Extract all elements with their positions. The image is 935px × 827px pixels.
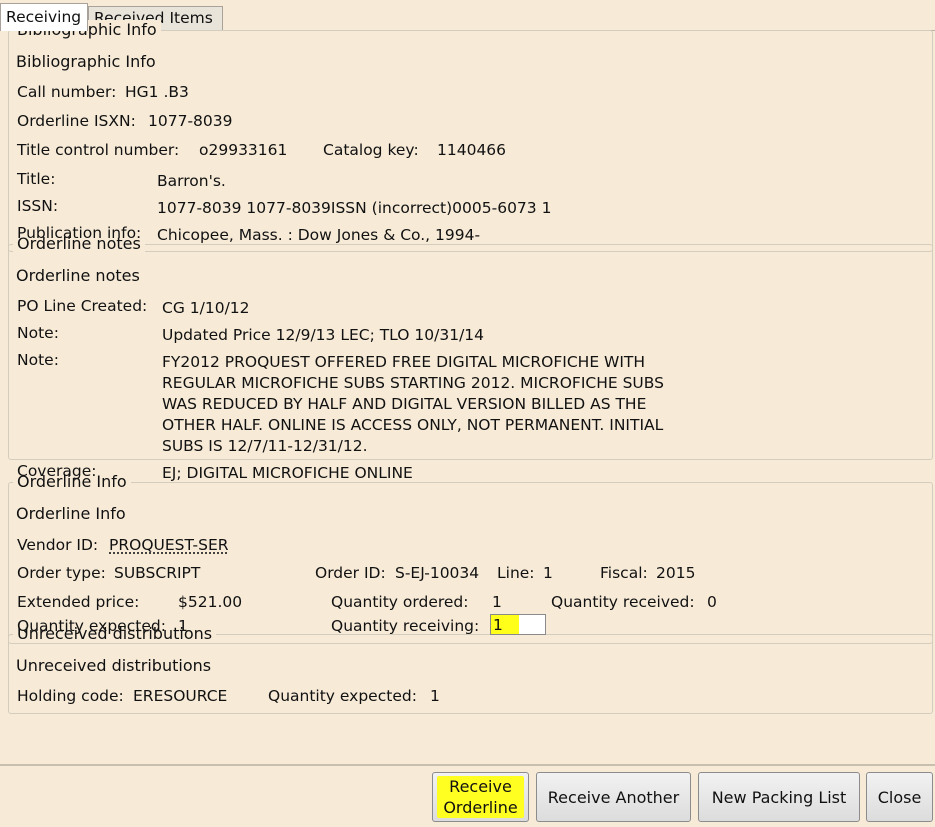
coverage-label: Coverage:: [17, 462, 97, 480]
unreceived-title: Unreceived distributions: [12, 656, 216, 675]
note2-line: OTHER HALF. ONLINE IS ACCESS ONLY, NOT P…: [162, 416, 664, 434]
new-packing-list-button[interactable]: New Packing List: [698, 772, 860, 822]
line-label: Line:: [497, 564, 535, 582]
call-number-value: HG1 .B3: [125, 83, 189, 101]
po-line-created-value: CG 1/10/12: [162, 299, 250, 317]
line-value: 1: [543, 564, 553, 582]
unreceived-quantity-expected-label: Quantity expected:: [268, 687, 417, 705]
catalog-key-value: 1140466: [437, 141, 507, 159]
quantity-receiving-label: Quantity receiving:: [331, 617, 480, 635]
tab-receiving[interactable]: Receiving: [0, 3, 88, 31]
note1-value: Updated Price 12/9/13 LEC; TLO 10/31/14: [162, 326, 485, 344]
note2-line: FY2012 PROQUEST OFFERED FREE DIGITAL MIC…: [162, 353, 646, 371]
receive-orderline-label: Receive Orderline: [437, 776, 524, 818]
quantity-ordered-label: Quantity ordered:: [331, 593, 469, 611]
note2-value: FY2012 PROQUEST OFFERED FREE DIGITAL MIC…: [162, 352, 664, 457]
quantity-received-label: Quantity received:: [551, 593, 695, 611]
title-value: Barron's.: [157, 172, 226, 190]
receive-orderline-line2: Orderline: [443, 798, 518, 817]
quantity-received-value: 0: [707, 593, 717, 611]
coverage-value: EJ; DIGITAL MICROFICHE ONLINE: [162, 464, 413, 482]
orderline-title: Orderline Info: [12, 504, 130, 523]
publication-info-label: Publication info:: [17, 224, 142, 242]
close-button[interactable]: Close: [866, 772, 933, 822]
isxn-label: Orderline ISXN:: [17, 112, 136, 130]
catalog-key-label: Catalog key:: [323, 141, 419, 159]
title-label: Title:: [17, 170, 56, 188]
order-type-label: Order type:: [17, 564, 106, 582]
title-control-number-value: o29933161: [199, 141, 288, 159]
receive-orderline-line1: Receive: [449, 777, 512, 796]
extended-price-value: $521.00: [178, 593, 243, 611]
publication-info-value: Chicopee, Mass. : Dow Jones & Co., 1994-: [157, 226, 481, 244]
unreceived-quantity-expected-value: 1: [430, 687, 440, 705]
note2-line: SUBS IS 12/7/11-12/31/12.: [162, 437, 368, 455]
vendor-id-label: Vendor ID:: [17, 536, 99, 554]
po-line-created-label: PO Line Created:: [17, 297, 148, 315]
quantity-ordered-value: 1: [492, 593, 502, 611]
note1-label: Note:: [17, 324, 59, 342]
holding-code-label: Holding code:: [17, 687, 124, 705]
call-number-label: Call number:: [17, 83, 117, 101]
vendor-id-link[interactable]: PROQUEST-SER: [109, 536, 229, 554]
notes-title: Orderline notes: [12, 266, 144, 285]
note2-line: REGULAR MICROFICHE SUBS STARTING 2012. M…: [162, 374, 664, 392]
note2-line: WAS REDUCED BY HALF AND DIGITAL VERSION …: [162, 395, 647, 413]
title-control-number-label: Title control number:: [17, 141, 180, 159]
note2-label: Note:: [17, 351, 59, 369]
issn-value: 1077-8039 1077-8039ISSN (incorrect)0005-…: [157, 199, 552, 217]
issn-label: ISSN:: [17, 197, 59, 215]
quantity-receiving-value: 1: [493, 616, 503, 634]
isxn-value: 1077-8039: [148, 112, 233, 130]
fiscal-label: Fiscal:: [600, 564, 648, 582]
receive-orderline-button[interactable]: Receive Orderline: [432, 772, 529, 822]
order-type-value: SUBSCRIPT: [114, 564, 201, 582]
receive-another-button[interactable]: Receive Another: [536, 772, 691, 822]
quantity-expected-label: Quantity expected:: [17, 617, 166, 635]
order-id-value: S-EJ-10034: [395, 564, 480, 582]
order-id-label: Order ID:: [315, 564, 386, 582]
quantity-expected-value: 1: [178, 617, 188, 635]
holding-code-value: ERESOURCE: [133, 687, 228, 705]
fiscal-value: 2015: [656, 564, 696, 582]
bibliographic-title: Bibliographic Info: [12, 52, 160, 71]
extended-price-label: Extended price:: [17, 593, 140, 611]
